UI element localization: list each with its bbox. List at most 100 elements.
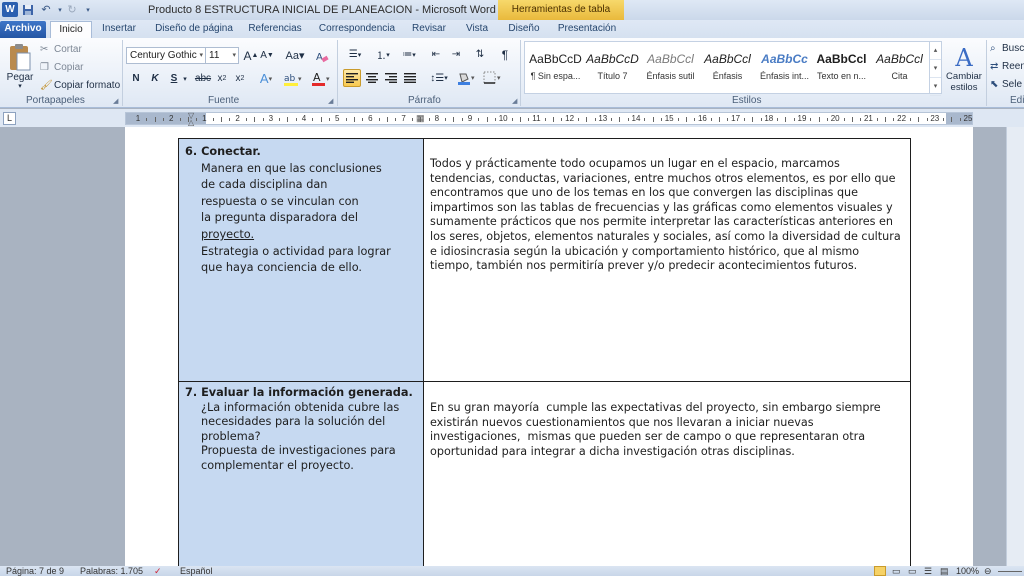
- align-left-button[interactable]: [343, 69, 361, 87]
- redo-icon[interactable]: ↻: [64, 2, 80, 17]
- increase-indent-icon[interactable]: ⇥: [448, 47, 464, 62]
- tab-revisar[interactable]: Revisar: [406, 21, 452, 38]
- underline-dropdown-icon[interactable]: ▾: [181, 71, 189, 86]
- tab-presentacion[interactable]: Presentación: [556, 21, 618, 38]
- gallery-scroll[interactable]: ▴ ▾ ▾: [929, 42, 941, 96]
- align-right-button[interactable]: [382, 69, 400, 87]
- clipboard-launcher-icon[interactable]: ◢: [113, 97, 118, 105]
- grow-font-icon[interactable]: A ▲: [244, 48, 259, 63]
- font-launcher-icon[interactable]: ◢: [328, 97, 333, 105]
- clear-formatting-icon[interactable]: A: [314, 48, 330, 63]
- full-screen-view-icon[interactable]: ▭: [892, 566, 901, 576]
- highlight-color-icon[interactable]: ab ▾: [282, 70, 304, 87]
- superscript-icon[interactable]: x2: [233, 71, 247, 86]
- hanging-indent-marker[interactable]: △: [188, 118, 194, 127]
- format-painter-button[interactable]: 🖌 Copiar formato: [40, 78, 120, 92]
- style-enfasis-sutil[interactable]: AaBbCcl Énfasis sutil: [642, 44, 699, 92]
- tab-selector[interactable]: L: [3, 112, 16, 125]
- ruler-tick: [312, 118, 314, 121]
- zoom-slider[interactable]: [998, 571, 1022, 572]
- shading-icon[interactable]: ▾: [456, 69, 478, 87]
- style-cita[interactable]: AaBbCcl Cita: [871, 44, 928, 92]
- select-button[interactable]: ⬉ Sele: [990, 77, 1022, 91]
- style-enfasis[interactable]: AaBbCcl Énfasis: [699, 44, 756, 92]
- ruler-tick: [362, 118, 364, 121]
- page-count[interactable]: Página: 7 de 9: [6, 566, 64, 576]
- font-name-value: Century Gothic: [130, 50, 197, 61]
- scroll-up-icon[interactable]: ▴: [930, 42, 941, 60]
- numbering-icon[interactable]: ⒈ ▾: [372, 47, 394, 62]
- cut-button[interactable]: ✂ Cortar: [40, 42, 82, 56]
- paragraph-launcher-icon[interactable]: ◢: [512, 97, 517, 105]
- word-logo-icon[interactable]: W: [2, 2, 18, 17]
- multilevel-list-icon[interactable]: ≔ ▾: [398, 47, 420, 62]
- tab-vista[interactable]: Vista: [458, 21, 496, 38]
- table-cell-prompt-7[interactable]: 7. Evaluar la información generada. ¿La …: [178, 381, 424, 566]
- change-case-icon[interactable]: Aa▾: [284, 48, 306, 63]
- paste-dropdown-icon[interactable]: ▾: [4, 82, 36, 90]
- word-count[interactable]: Palabras: 1.705: [80, 566, 143, 576]
- svg-text:A: A: [316, 52, 323, 63]
- borders-icon[interactable]: ▾: [482, 69, 504, 87]
- subscript-icon[interactable]: x2: [215, 71, 229, 86]
- tab-archivo[interactable]: Archivo: [0, 21, 46, 38]
- change-styles-button[interactable]: A Cambiar estilos: [945, 41, 983, 96]
- tab-insertar[interactable]: Insertar: [96, 21, 142, 38]
- underline-button[interactable]: S: [168, 71, 180, 86]
- strikethrough-button[interactable]: abc: [194, 71, 212, 86]
- show-formatting-marks-icon[interactable]: ¶: [498, 47, 512, 62]
- shrink-font-icon[interactable]: A ▼: [260, 48, 274, 63]
- horizontal-ruler[interactable]: ▽ △ ▦ 1212345678910111213141516171819202…: [125, 111, 973, 127]
- ruler-tick: [851, 117, 853, 122]
- align-center-button[interactable]: [363, 69, 381, 87]
- draft-view-icon[interactable]: ▤: [940, 566, 949, 576]
- font-size-combo[interactable]: 11 ▾: [205, 47, 239, 64]
- page[interactable]: 6. Conectar. Manera en que las conclusio…: [125, 127, 973, 566]
- justify-button[interactable]: [401, 69, 419, 87]
- sort-icon[interactable]: ⇅: [472, 47, 488, 62]
- vertical-scrollbar[interactable]: [1006, 127, 1024, 566]
- language[interactable]: Español: [180, 566, 213, 576]
- tab-correspondencia[interactable]: Correspondencia: [314, 21, 400, 38]
- font-name-combo[interactable]: Century Gothic ▾: [126, 47, 206, 64]
- zoom-level[interactable]: 100%: [956, 566, 979, 576]
- text-effects-icon[interactable]: A ▾: [256, 70, 276, 87]
- ruler-tick: [777, 118, 779, 121]
- paste-button[interactable]: [4, 41, 36, 75]
- outline-view-icon[interactable]: ☰: [924, 566, 932, 576]
- tab-diseno[interactable]: Diseño: [502, 21, 546, 38]
- gallery-more-icon[interactable]: ▾: [930, 78, 941, 96]
- ruler-tick: [918, 117, 920, 122]
- table-cell-answer-6[interactable]: Todos y prácticamente todo ocupamos un l…: [423, 138, 911, 382]
- tab-inicio[interactable]: Inicio: [50, 21, 92, 38]
- italic-button[interactable]: K: [149, 71, 161, 86]
- font-color-icon[interactable]: A ▾: [310, 70, 332, 87]
- window-title: Producto 8 ESTRUCTURA INICIAL DE PLANEAC…: [148, 4, 496, 16]
- scroll-down-icon[interactable]: ▾: [930, 60, 941, 78]
- ruler-number: 6: [368, 114, 373, 123]
- proofing-icon[interactable]: ✓: [154, 566, 162, 576]
- find-button[interactable]: ⌕ Busc: [990, 41, 1024, 55]
- tab-referencias[interactable]: Referencias: [244, 21, 306, 38]
- style-sin-espaciado[interactable]: AaBbCcD ¶ Sin espa...: [527, 44, 584, 92]
- zoom-out-icon[interactable]: ⊖: [984, 566, 992, 576]
- line-spacing-icon[interactable]: ↕☰ ▾: [428, 69, 450, 87]
- table-cell-answer-7[interactable]: En su gran mayoría cumple las expectativ…: [423, 381, 911, 566]
- customize-quick-access-icon[interactable]: ▾: [80, 2, 96, 17]
- table-cell-prompt-6[interactable]: 6. Conectar. Manera en que las conclusio…: [178, 138, 424, 382]
- save-icon[interactable]: [20, 2, 36, 17]
- replace-button[interactable]: ⇄ Reen: [990, 59, 1024, 73]
- row-heading: 6. Conectar.: [185, 145, 261, 158]
- ruler-tick: [785, 117, 787, 122]
- bullets-icon[interactable]: ☰ ▾: [344, 47, 366, 62]
- web-layout-view-icon[interactable]: ▭: [908, 566, 917, 576]
- print-layout-view-icon[interactable]: [874, 566, 886, 576]
- style-enfasis-intenso[interactable]: AaBbCc Énfasis int...: [756, 44, 813, 92]
- tab-diseno-pagina[interactable]: Diseño de página: [150, 21, 238, 38]
- style-texto-negrita[interactable]: AaBbCcl Texto en n...: [813, 44, 870, 92]
- bold-button[interactable]: N: [130, 71, 142, 86]
- style-titulo-7[interactable]: AaBbCcD Título 7: [584, 44, 641, 92]
- ruler-tick: [577, 118, 579, 121]
- copy-button[interactable]: ❐ Copiar: [40, 60, 83, 74]
- decrease-indent-icon[interactable]: ⇤: [428, 47, 444, 62]
